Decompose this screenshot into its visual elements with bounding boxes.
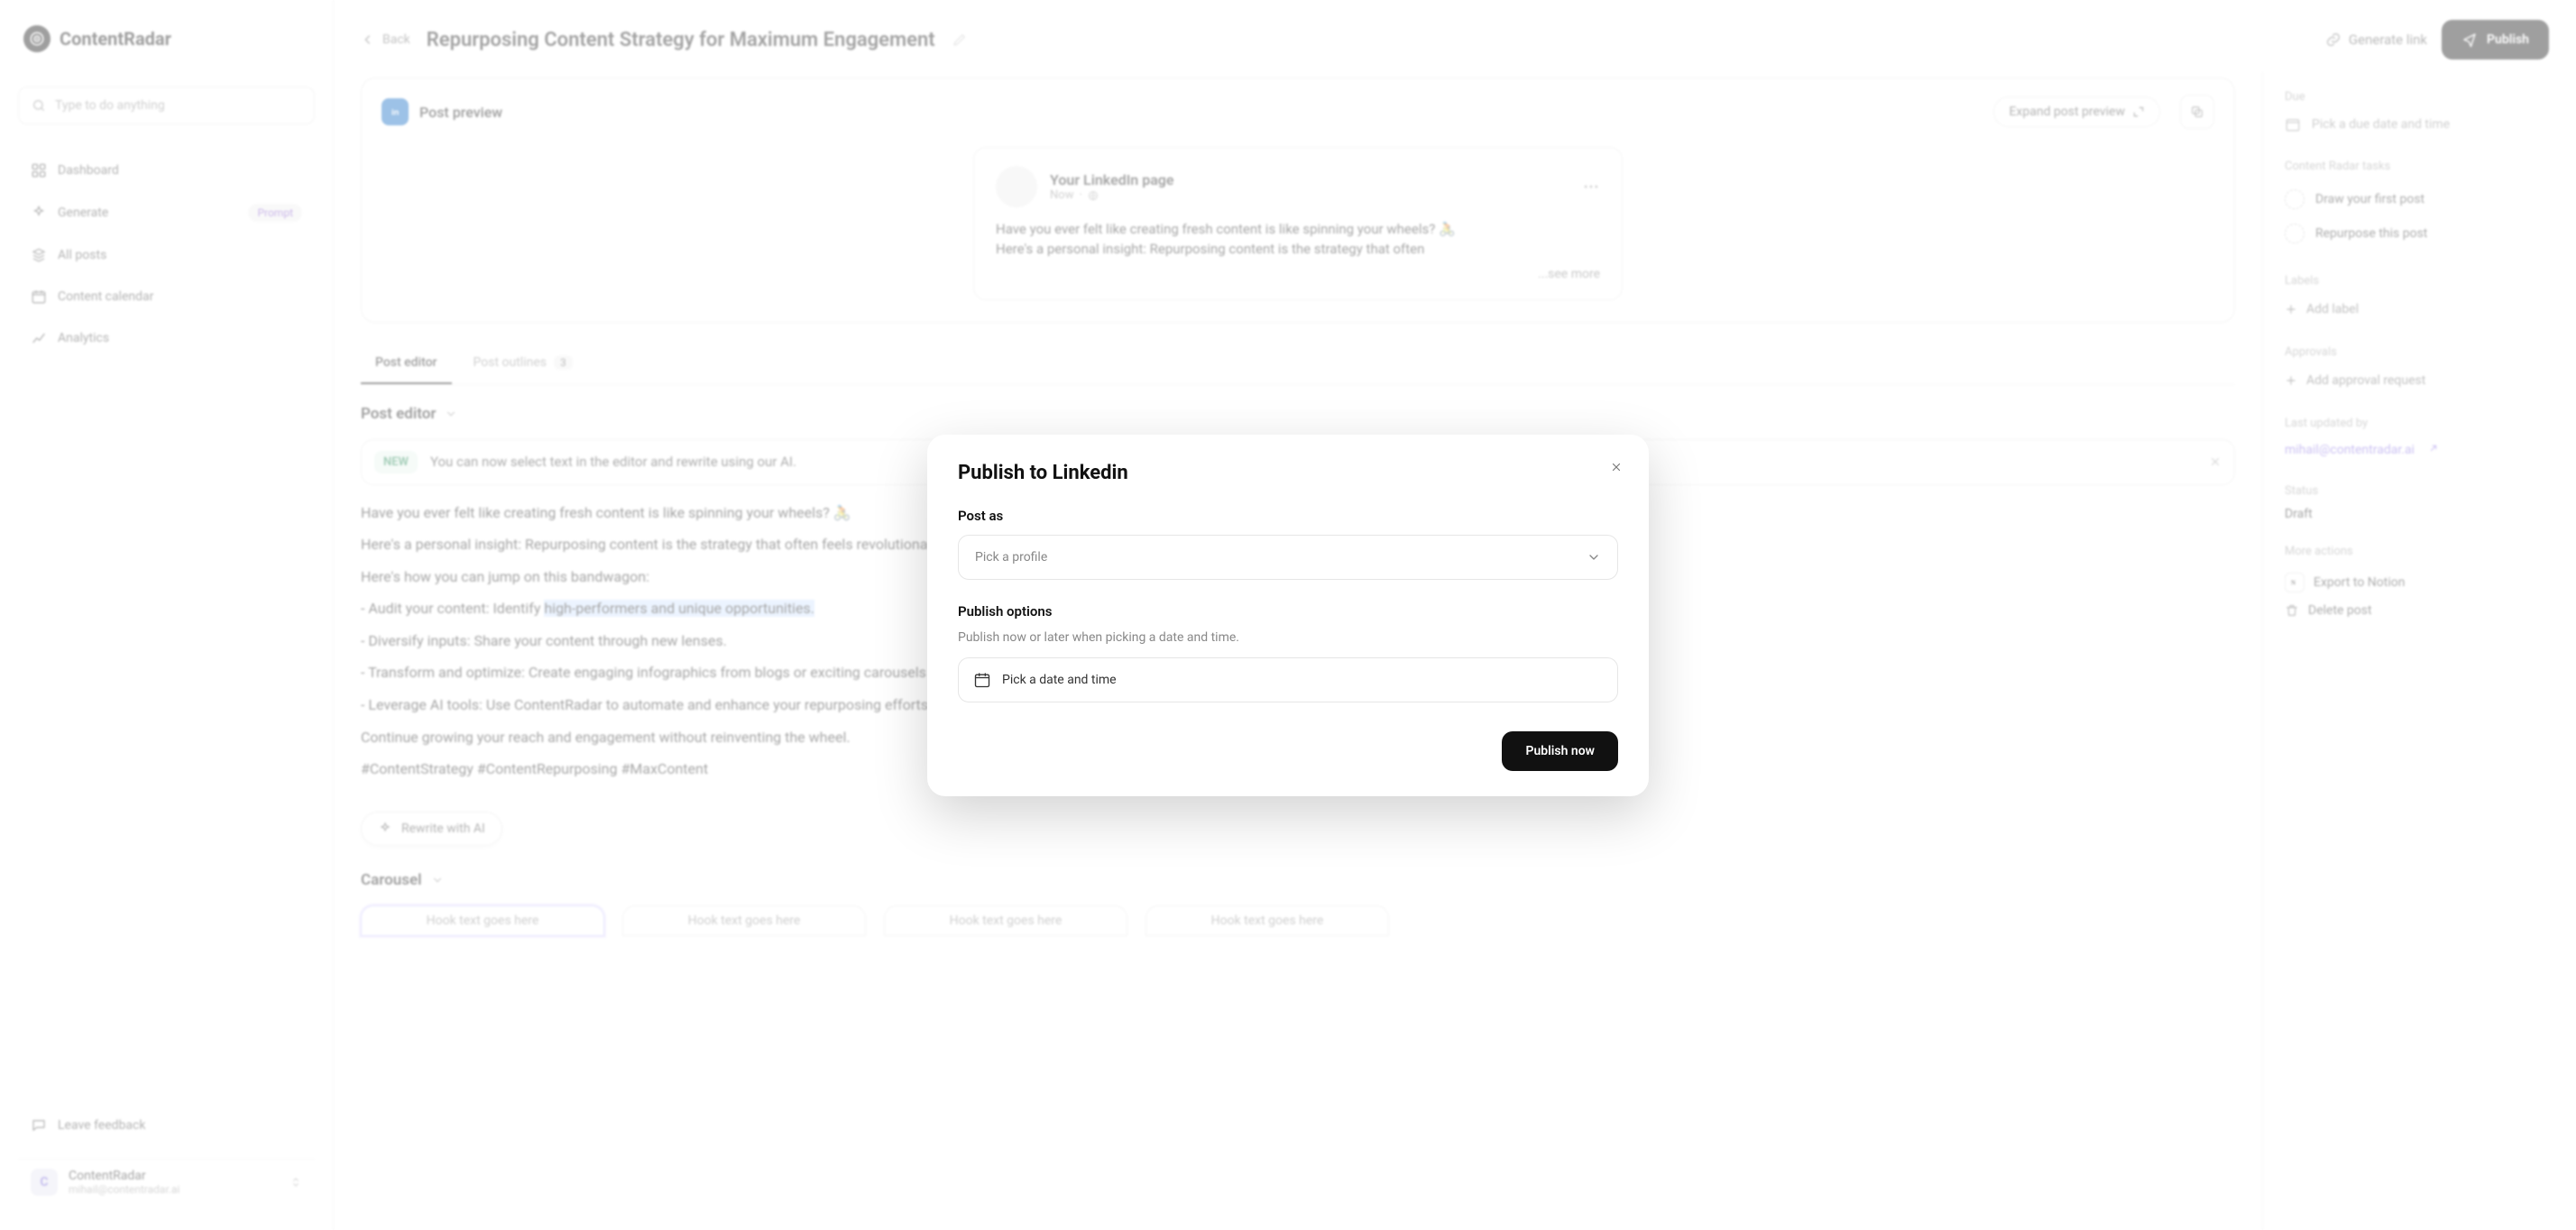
publish-now-label: Publish now xyxy=(1525,744,1595,758)
modal-title: Publish to Linkedin xyxy=(958,462,1618,484)
modal-close-button[interactable] xyxy=(1604,454,1629,480)
post-as-label: Post as xyxy=(958,508,1618,524)
modal-backdrop[interactable]: Publish to Linkedin Post as Pick a profi… xyxy=(0,0,2576,1230)
post-as-select[interactable]: Pick a profile xyxy=(958,535,1618,580)
post-as-placeholder: Pick a profile xyxy=(975,550,1047,565)
pick-datetime-button[interactable]: Pick a date and time xyxy=(958,657,1618,702)
close-icon xyxy=(1610,461,1623,473)
publish-options-label: Publish options xyxy=(958,603,1618,620)
pick-datetime-label: Pick a date and time xyxy=(1002,673,1117,687)
publish-modal: Publish to Linkedin Post as Pick a profi… xyxy=(927,435,1649,796)
chevron-down-icon xyxy=(1587,550,1601,565)
publish-now-button[interactable]: Publish now xyxy=(1502,731,1618,771)
calendar-icon xyxy=(973,671,991,689)
publish-options-sub: Publish now or later when picking a date… xyxy=(958,630,1618,645)
